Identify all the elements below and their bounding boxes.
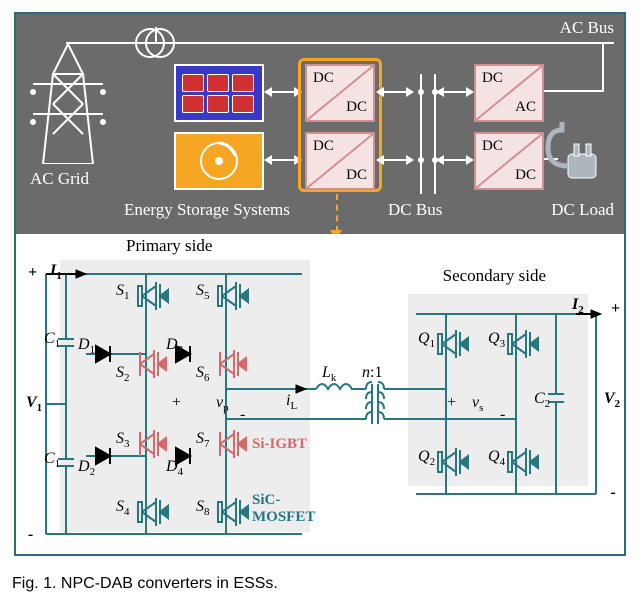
plus-sign: + bbox=[611, 300, 620, 318]
plus-sign: + bbox=[171, 394, 182, 412]
q3-label: Q3 bbox=[488, 330, 505, 350]
dc-label: DC bbox=[346, 167, 367, 184]
i2-label: I2 bbox=[572, 296, 584, 316]
wire bbox=[602, 42, 604, 92]
wire bbox=[155, 27, 157, 42]
s3-label: S3 bbox=[116, 430, 130, 450]
bidir-arrow-icon bbox=[376, 82, 414, 102]
ac-grid-label: AC Grid bbox=[30, 169, 89, 189]
circuit-diagram-panel: Primary side Secondary side bbox=[16, 234, 624, 554]
wire bbox=[544, 90, 604, 92]
dc-label: DC bbox=[313, 70, 334, 87]
dc-label: DC bbox=[313, 138, 334, 155]
plus-sign: + bbox=[28, 264, 37, 282]
bidir-arrow-icon bbox=[436, 82, 474, 102]
figure-caption: Fig. 1. NPC-DAB converters in ESSs. bbox=[12, 575, 278, 593]
transmission-tower-icon bbox=[28, 44, 108, 164]
minus-sign: - bbox=[240, 406, 245, 424]
si-igbt-legend: Si-IGBT bbox=[252, 436, 307, 453]
s4-label: S4 bbox=[116, 498, 130, 518]
dc-load-label: DC Load bbox=[551, 200, 614, 220]
c1b-label: C1 bbox=[44, 450, 60, 470]
system-diagram-panel: AC Bus AC Grid bbox=[16, 14, 624, 234]
il-label: iL bbox=[286, 392, 297, 412]
s6-label: S6 bbox=[196, 364, 210, 384]
q2-label: Q2 bbox=[418, 448, 435, 468]
minus-sign: - bbox=[28, 526, 33, 544]
callout-line bbox=[336, 194, 338, 232]
dc-bus-label: DC Bus bbox=[388, 200, 442, 220]
ac-bus-label: AC Bus bbox=[560, 18, 614, 38]
figure-1: AC Bus AC Grid bbox=[14, 12, 626, 556]
dc-ac-block: DC AC bbox=[474, 64, 544, 122]
bidir-arrow-icon bbox=[436, 150, 474, 170]
minus-sign: - bbox=[611, 484, 616, 502]
wire bbox=[110, 42, 134, 44]
ac-label: AC bbox=[515, 99, 536, 116]
vs-label: vs bbox=[472, 394, 483, 414]
dc-label: DC bbox=[515, 167, 536, 184]
s2-label: S2 bbox=[116, 364, 130, 384]
dc-label: DC bbox=[346, 99, 367, 116]
d4-label: D4 bbox=[166, 458, 183, 478]
dcdc-block-1: DC DC bbox=[305, 64, 375, 122]
s1-label: S1 bbox=[116, 282, 130, 302]
c1-label: C1 bbox=[44, 330, 60, 350]
ess-label: Energy Storage Systems bbox=[124, 200, 290, 220]
sic-mosfet-legend: SiC-MOSFET bbox=[252, 492, 315, 525]
battery-storage-icon bbox=[174, 64, 264, 122]
q1-label: Q1 bbox=[418, 330, 435, 350]
dcdc-block-2: DC DC bbox=[305, 132, 375, 190]
dc-label: DC bbox=[482, 70, 503, 87]
d2-label: D2 bbox=[78, 458, 95, 478]
d3-label: D3 bbox=[166, 336, 183, 356]
turns-ratio-label: n:1 bbox=[362, 364, 382, 382]
bidir-arrow-icon bbox=[264, 150, 302, 170]
s7-label: S7 bbox=[196, 430, 210, 450]
minus-sign: - bbox=[500, 406, 505, 424]
v2-label: V2 bbox=[604, 390, 620, 410]
flywheel-storage-icon bbox=[174, 132, 264, 190]
d1-label: D1 bbox=[78, 336, 95, 356]
lk-label: Lk bbox=[322, 364, 336, 384]
c2-label: C2 bbox=[534, 390, 550, 410]
dc-load-plug-icon bbox=[542, 118, 610, 186]
dcdc-block-3: DC DC bbox=[474, 132, 544, 190]
s5-label: S5 bbox=[196, 282, 210, 302]
i1-label: I1 bbox=[50, 262, 62, 282]
s8-label: S8 bbox=[196, 498, 210, 518]
v1-label: V1 bbox=[26, 394, 42, 414]
plus-sign: + bbox=[446, 394, 457, 412]
q4-label: Q4 bbox=[488, 448, 505, 468]
bidir-arrow-icon bbox=[264, 82, 302, 102]
bidir-arrow-icon bbox=[376, 150, 414, 170]
vp-label: vp bbox=[216, 394, 229, 414]
schematic-svg bbox=[16, 234, 624, 554]
dc-label: DC bbox=[482, 138, 503, 155]
